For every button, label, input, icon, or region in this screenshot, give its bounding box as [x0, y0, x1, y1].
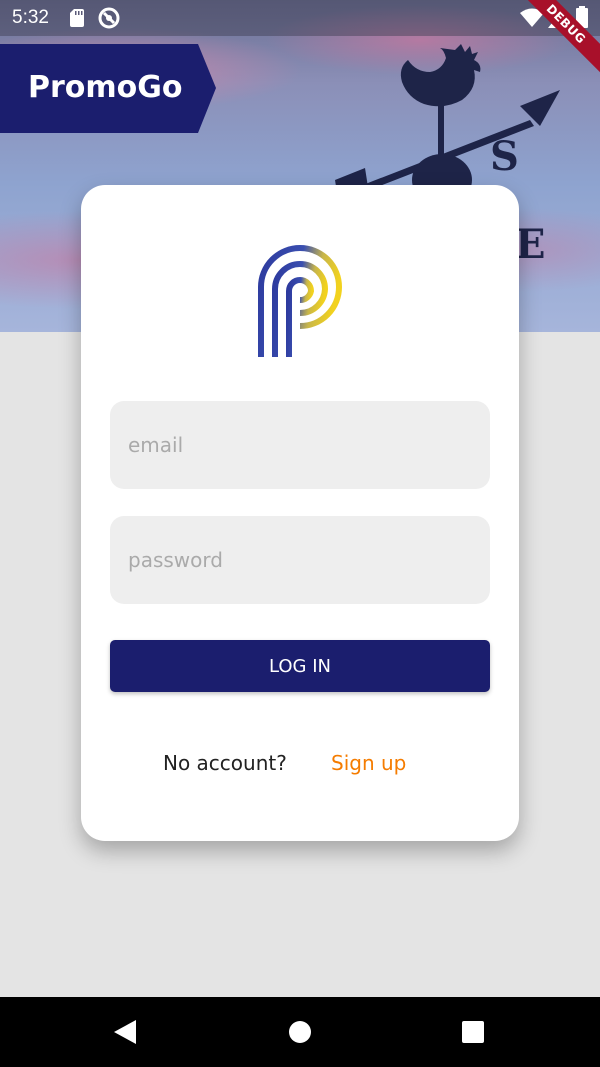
- recents-icon[interactable]: [462, 1021, 484, 1043]
- back-icon[interactable]: [114, 1020, 136, 1044]
- brand-ribbon: PromoGo: [0, 44, 216, 133]
- svg-text:S: S: [490, 133, 519, 180]
- signup-link[interactable]: Sign up: [331, 751, 406, 775]
- login-button[interactable]: LOG IN: [110, 640, 490, 692]
- sd-card-icon: [70, 9, 84, 27]
- svg-text:E: E: [515, 221, 546, 268]
- navigation-bar: [0, 997, 600, 1067]
- no-account-text: No account?: [163, 751, 287, 775]
- password-input[interactable]: [110, 516, 490, 604]
- brand-name: PromoGo: [28, 70, 183, 105]
- home-icon[interactable]: [289, 1021, 311, 1043]
- login-card: LOG IN No account? Sign up: [81, 185, 519, 841]
- status-time: 5:32: [12, 7, 49, 28]
- status-bar: 5:32: [0, 0, 600, 36]
- dnd-icon: [98, 7, 120, 29]
- email-input[interactable]: [110, 401, 490, 489]
- promogo-logo-icon: [258, 245, 343, 357]
